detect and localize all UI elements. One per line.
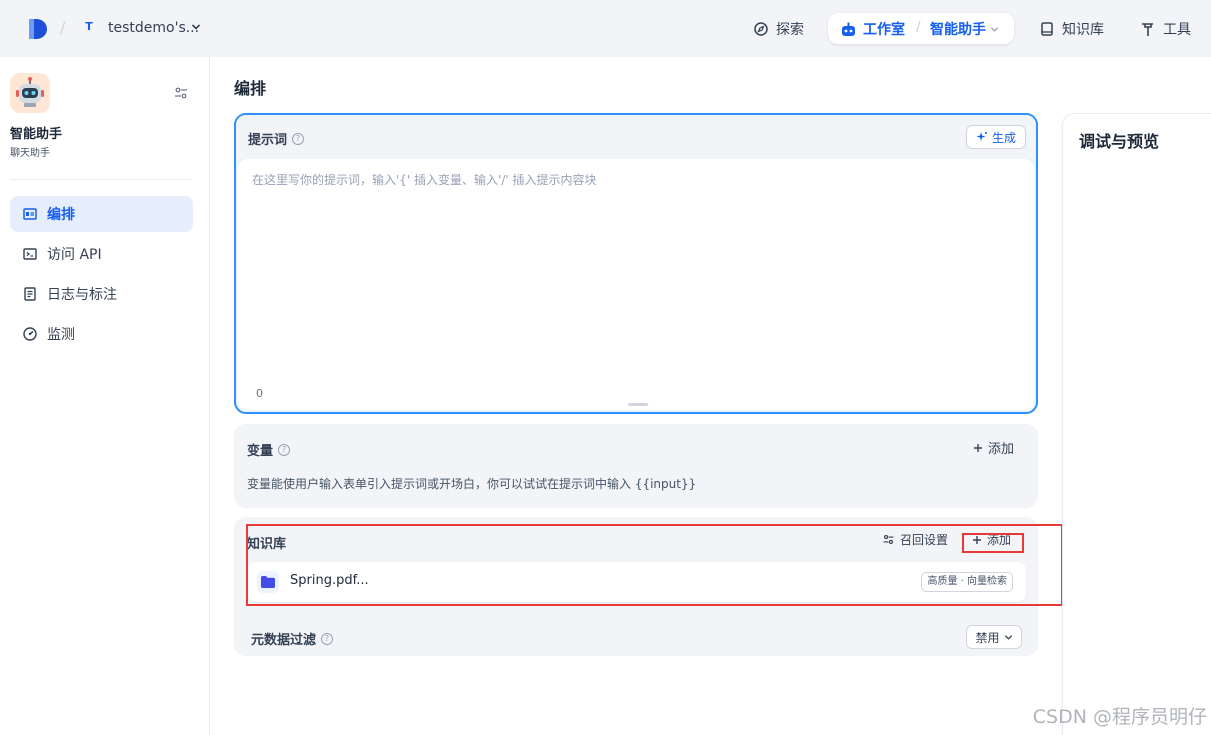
sidebar-item-monitor[interactable]: 监测 <box>10 316 193 352</box>
file-list-icon <box>24 287 36 301</box>
workspace-name[interactable]: testdemo's... <box>108 20 199 36</box>
dify-logo-icon[interactable] <box>26 18 48 40</box>
variables-title: 变量 ? <box>247 440 291 459</box>
book-icon <box>1041 22 1053 36</box>
plus-icon <box>973 443 982 452</box>
robot-icon <box>842 22 855 36</box>
prompt-placeholder: 在这里写你的提示词，输入'{' 插入变量、输入'/' 插入提示内容块 <box>252 173 597 187</box>
nav-knowledge-label: 知识库 <box>1062 22 1104 38</box>
sidebar-item-label: 访问 API <box>47 247 102 263</box>
metadata-filter-label: 元数据过滤 <box>251 633 317 648</box>
debug-preview-panel: 调试与预览 <box>1062 113 1211 735</box>
nav-studio-pill[interactable]: 工作室 / 智能助手 <box>828 13 1014 44</box>
prompt-title-label: 提示词 <box>248 133 288 148</box>
add-variable-button[interactable]: 添加 <box>973 438 1014 457</box>
app-name: 智能助手 <box>10 127 63 142</box>
chevron-down-icon[interactable] <box>191 22 201 32</box>
generate-button[interactable]: 生成 <box>966 125 1026 149</box>
nav-explore[interactable]: 探索 <box>753 18 804 40</box>
compass-icon <box>754 22 768 36</box>
nav-current-app-label: 智能助手 <box>930 22 986 38</box>
variables-description: 变量能使用户输入表单引入提示词或开场白，你可以试试在提示词中输入 {{input… <box>247 477 697 491</box>
variables-card: 变量 ? 添加 变量能使用户输入表单引入提示词或开场白，你可以试试在提示词中输入… <box>234 424 1038 508</box>
dashboard-icon <box>23 327 37 341</box>
nav-studio[interactable]: 工作室 <box>840 19 905 39</box>
robot-avatar-icon <box>16 77 44 107</box>
watermark: CSDN @程序员明仔 <box>1032 706 1207 728</box>
breadcrumb-separator: / <box>60 18 66 37</box>
nav-studio-label: 工作室 <box>863 22 905 38</box>
app-type: 聊天助手 <box>10 148 50 159</box>
nav-separator: / <box>916 19 921 35</box>
debug-preview-title: 调试与预览 <box>1079 132 1160 151</box>
prompt-editor[interactable]: 在这里写你的提示词，输入'{' 插入变量、输入'/' 插入提示内容块 0 <box>238 159 1034 410</box>
nav-current-app[interactable]: 智能助手 <box>930 19 999 39</box>
main-area: 编排 提示词 ? 生成 在这里写你的提示词，输入'{' 插入变量、输入'/' 插… <box>210 57 1211 735</box>
settings-sliders-icon[interactable] <box>173 85 189 101</box>
nav-knowledge[interactable]: 知识库 <box>1039 18 1104 40</box>
sparkle-icon <box>976 132 987 141</box>
sidebar: 智能助手 聊天助手 编排 访问 API 日志与标注 监测 <box>0 57 210 735</box>
resize-handle[interactable] <box>628 403 648 406</box>
layout-icon <box>23 208 37 220</box>
help-icon[interactable]: ? <box>321 632 334 645</box>
chevron-down-icon <box>1004 634 1012 640</box>
prompt-char-count: 0 <box>256 387 263 400</box>
prompt-card: 提示词 ? 生成 在这里写你的提示词，输入'{' 插入变量、输入'/' 插入提示… <box>234 113 1038 414</box>
sidebar-item-label: 日志与标注 <box>47 287 117 303</box>
workspace-badge: T <box>85 20 93 33</box>
nav-tools-label: 工具 <box>1163 22 1191 38</box>
terminal-icon <box>23 248 37 260</box>
prompt-header: 提示词 ? 生成 <box>236 115 1036 159</box>
metadata-filter-row: 元数据过滤 ? 禁用 <box>234 617 1038 656</box>
highlight-box-add <box>962 533 1024 553</box>
nav-explore-label: 探索 <box>776 22 804 38</box>
sidebar-item-orchestrate[interactable]: 编排 <box>10 196 193 232</box>
help-icon[interactable]: ? <box>292 132 305 145</box>
hammer-icon <box>1142 23 1153 36</box>
metadata-filter-title: 元数据过滤 ? <box>251 629 334 648</box>
sidebar-item-api[interactable]: 访问 API <box>10 236 193 272</box>
sidebar-item-label: 监测 <box>47 327 75 343</box>
page-title: 编排 <box>234 79 267 98</box>
generate-button-label: 生成 <box>991 130 1016 145</box>
prompt-title: 提示词 ? <box>248 129 305 148</box>
variables-title-label: 变量 <box>247 444 274 459</box>
sidebar-divider <box>10 179 193 180</box>
sidebar-item-label: 编排 <box>47 207 75 223</box>
chevron-down-icon <box>990 26 999 32</box>
highlight-box-knowledge <box>246 524 1063 606</box>
app-avatar[interactable] <box>10 73 50 113</box>
metadata-filter-select[interactable]: 禁用 <box>966 625 1022 649</box>
top-bar: / T testdemo's... 探索 工作室 / 智能助手 知识库 工具 <box>0 0 1211 57</box>
metadata-filter-value: 禁用 <box>975 630 1000 645</box>
add-variable-label: 添加 <box>987 442 1014 457</box>
nav-tools[interactable]: 工具 <box>1140 18 1191 40</box>
help-icon[interactable]: ? <box>278 443 291 456</box>
sidebar-item-logs[interactable]: 日志与标注 <box>10 276 193 312</box>
